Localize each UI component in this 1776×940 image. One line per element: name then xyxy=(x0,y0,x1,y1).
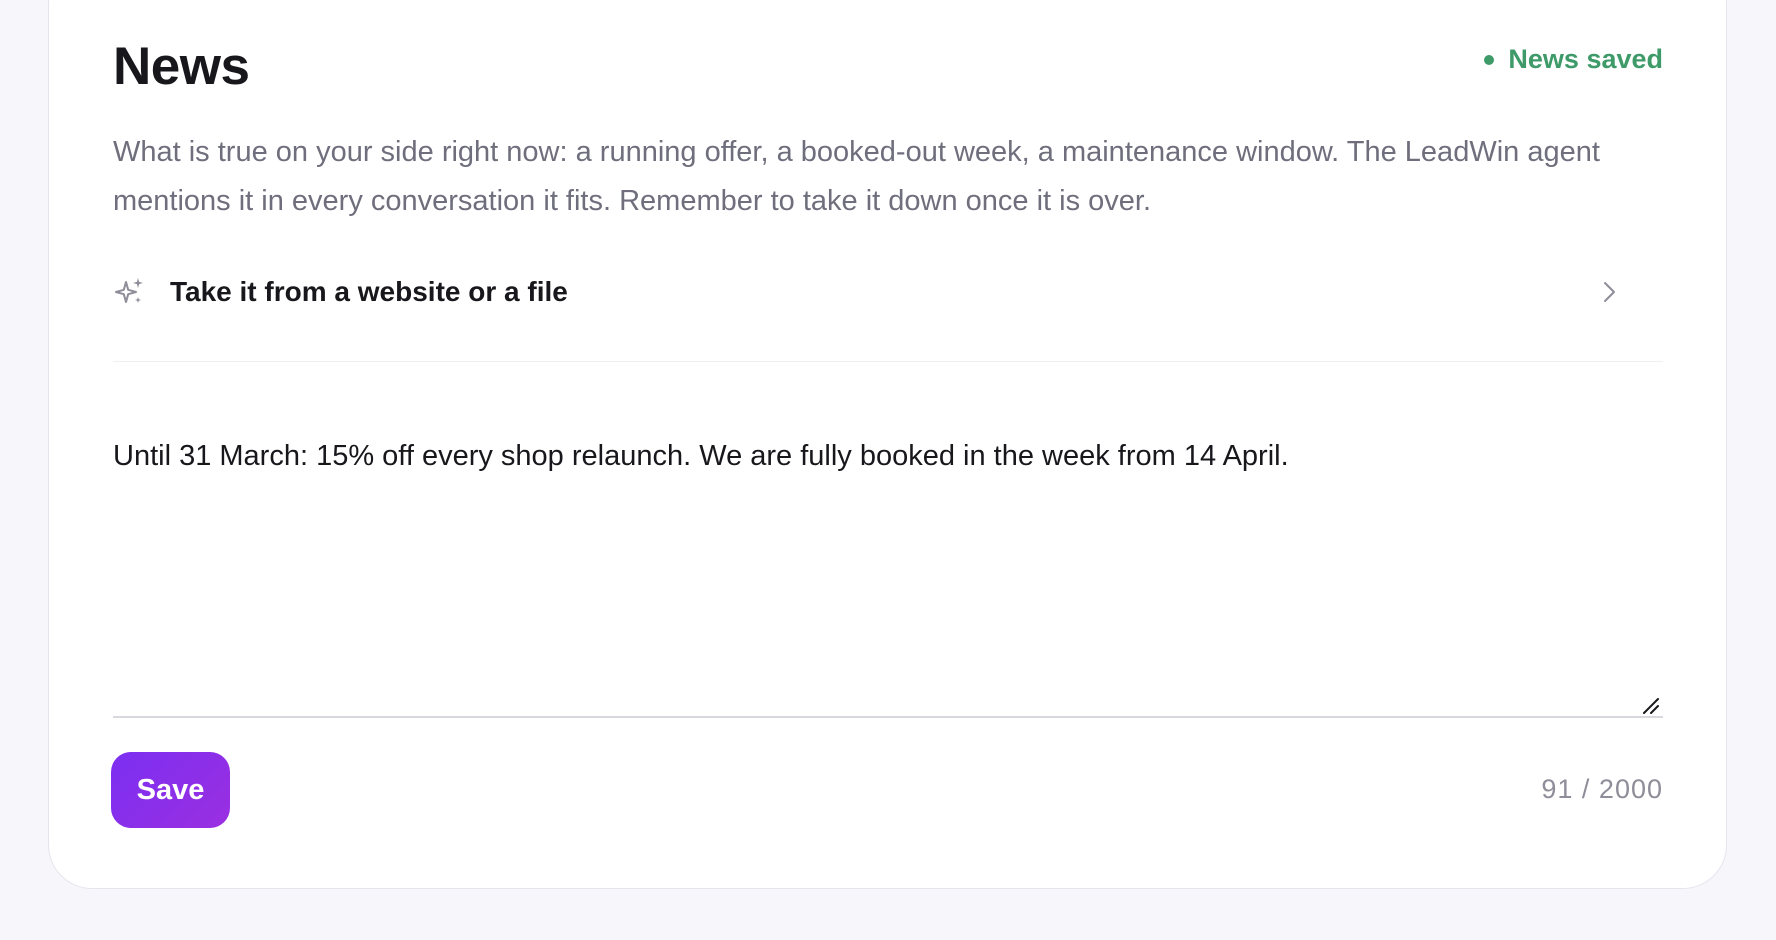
divider xyxy=(113,361,1663,362)
news-textarea[interactable]: Until 31 March: 15% off every shop relau… xyxy=(113,436,1663,718)
page-title: News xyxy=(113,37,250,96)
import-from-source-button[interactable]: Take it from a website or a file xyxy=(113,264,1663,320)
status-text: News saved xyxy=(1508,44,1663,74)
save-button[interactable]: Save xyxy=(111,752,230,828)
character-count: 91 / 2000 xyxy=(1541,774,1663,804)
resize-handle-icon[interactable] xyxy=(1641,696,1661,716)
status-dot-icon xyxy=(1484,54,1495,65)
save-status: News saved xyxy=(1484,44,1663,75)
import-label: Take it from a website or a file xyxy=(170,276,568,307)
news-description: What is true on your side right now: a r… xyxy=(113,136,1600,217)
sparkle-icon xyxy=(115,278,143,303)
chevron-right-icon xyxy=(1604,282,1615,302)
